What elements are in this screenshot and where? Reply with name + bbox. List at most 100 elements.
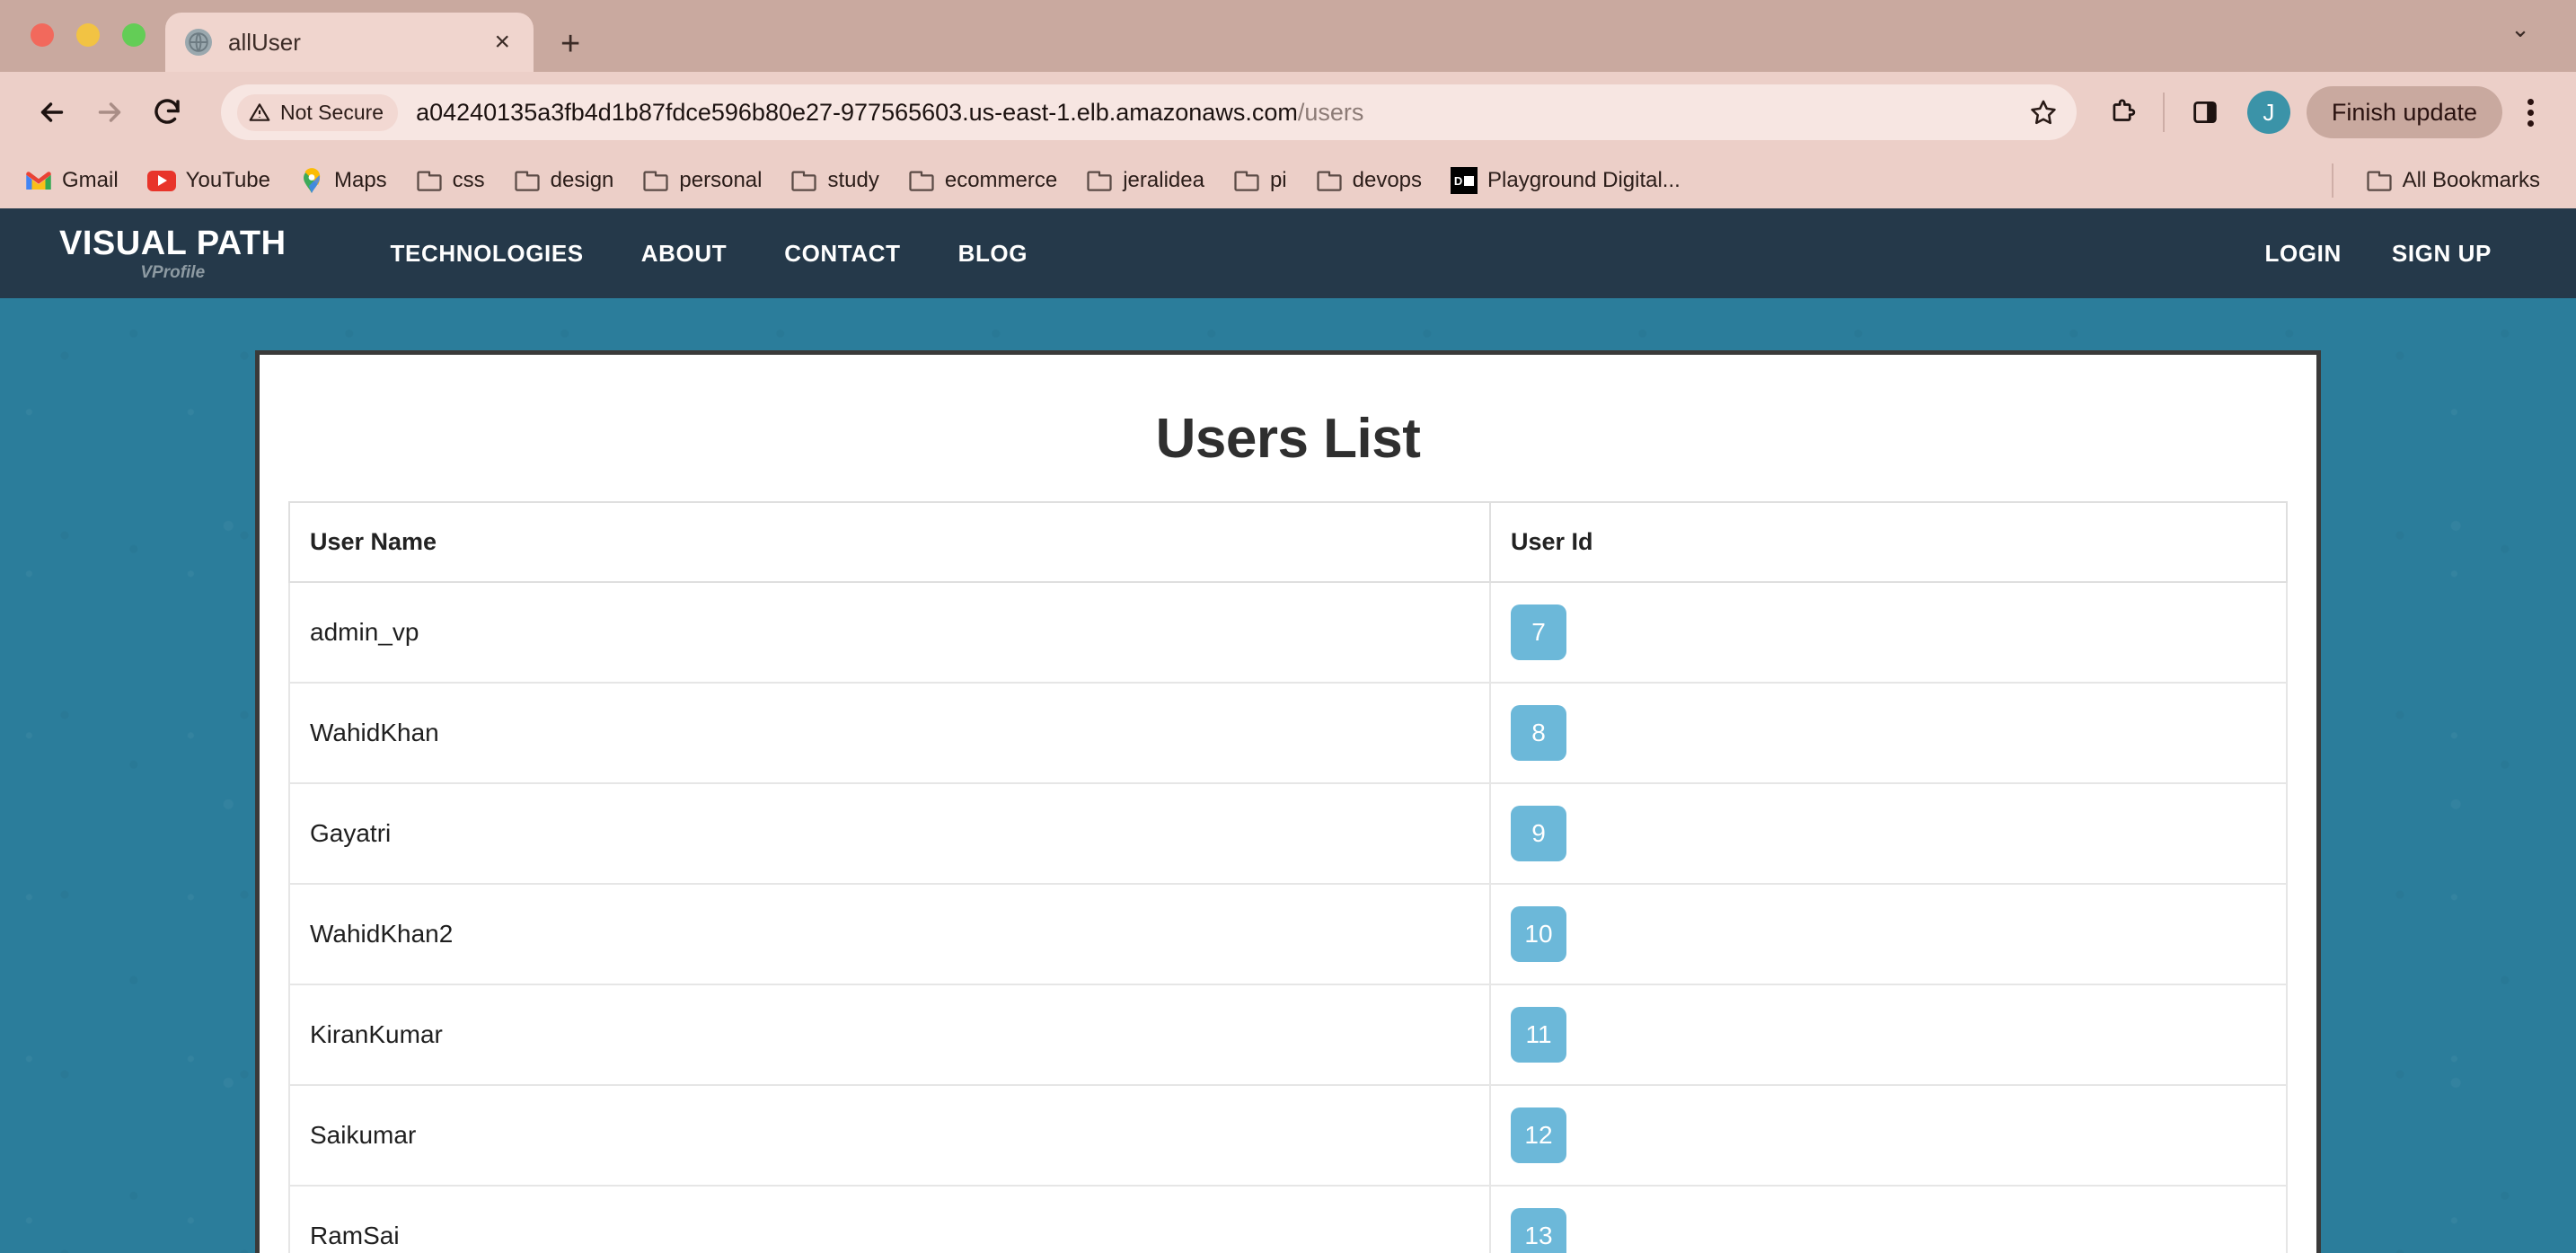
bookmark-pi[interactable]: pi: [1219, 168, 1301, 193]
site-logo[interactable]: VISUAL PATH VProfile: [59, 226, 287, 281]
cell-user-name: admin_vp: [288, 581, 1491, 684]
cell-user-id: 9: [1489, 782, 2288, 885]
window-controls: [0, 23, 146, 72]
chevron-down-icon[interactable]: ⌄: [2495, 4, 2545, 54]
tab-strip: allUser × + ⌄: [0, 0, 2576, 72]
table-row[interactable]: Gayatri 9: [288, 782, 2288, 885]
bookmark-jeralidea[interactable]: jeralidea: [1072, 168, 1219, 193]
table-row[interactable]: Saikumar 12: [288, 1084, 2288, 1187]
new-tab-button[interactable]: +: [560, 27, 580, 61]
bookmark-label: Gmail: [62, 168, 119, 192]
youtube-icon: [146, 170, 176, 191]
bookmark-playground-digital[interactable]: D Playground Digital...: [1436, 167, 1695, 194]
bookmark-label: jeralidea: [1123, 168, 1204, 192]
cell-user-name: KiranKumar: [288, 984, 1491, 1086]
cell-user-id: 12: [1489, 1084, 2288, 1187]
table-head: User Name User Id: [288, 501, 2288, 583]
site-navbar: VISUAL PATH VProfile TECHNOLOGIES ABOUT …: [0, 208, 2576, 298]
side-panel-icon[interactable]: [2179, 86, 2231, 138]
star-icon[interactable]: [2019, 97, 2068, 128]
browser-menu-button[interactable]: [2508, 98, 2553, 127]
user-id-badge[interactable]: 10: [1511, 906, 1566, 962]
cell-user-id: 11: [1489, 984, 2288, 1086]
login-link[interactable]: LOGIN: [2240, 240, 2367, 268]
users-table: User Name User Id admin_vp 7 WahidKhan 8…: [288, 501, 2288, 1253]
column-header-user-id: User Id: [1489, 501, 2288, 583]
bookmark-maps[interactable]: Maps: [285, 167, 401, 194]
cell-user-id: 10: [1489, 883, 2288, 985]
bookmark-label: pi: [1269, 168, 1287, 192]
cell-user-id: 13: [1489, 1185, 2288, 1253]
cell-user-name: RamSai: [288, 1185, 1491, 1253]
extensions-icon[interactable]: [2096, 86, 2148, 138]
bookmark-label: personal: [679, 168, 763, 192]
tab-title: allUser: [228, 28, 301, 56]
table-row[interactable]: RamSai 13: [288, 1185, 2288, 1253]
user-id-badge[interactable]: 11: [1511, 1007, 1566, 1063]
table-row[interactable]: WahidKhan2 10: [288, 883, 2288, 985]
cell-user-name: Saikumar: [288, 1084, 1491, 1187]
gmail-icon: [25, 170, 52, 191]
not-secure-badge[interactable]: Not Secure: [237, 93, 399, 131]
users-card: Users List User Name User Id admin_vp 7 …: [255, 350, 2321, 1253]
maps-icon: [299, 167, 324, 194]
address-bar[interactable]: Not Secure a04240135a3fb4d1b87fdce596b80…: [221, 84, 2077, 140]
nav-link-blog[interactable]: BLOG: [930, 240, 1057, 268]
cell-user-name: Gayatri: [288, 782, 1491, 885]
bookmark-ecommerce[interactable]: ecommerce: [894, 168, 1072, 193]
bookmark-gmail[interactable]: Gmail: [22, 168, 133, 193]
nav-link-contact[interactable]: CONTACT: [755, 240, 929, 268]
minimize-window-button[interactable]: [76, 23, 100, 47]
bookmark-label: devops: [1352, 168, 1423, 192]
bookmark-label: css: [452, 168, 485, 192]
user-id-badge[interactable]: 13: [1511, 1208, 1566, 1253]
table-header-row: User Name User Id: [288, 501, 2288, 583]
bookmark-study[interactable]: study: [776, 168, 893, 193]
user-id-badge[interactable]: 9: [1511, 806, 1566, 861]
bookmark-devops[interactable]: devops: [1301, 168, 1436, 193]
bookmark-youtube[interactable]: YouTube: [133, 168, 285, 193]
maximize-window-button[interactable]: [122, 23, 146, 47]
all-bookmarks-button[interactable]: All Bookmarks: [2351, 168, 2554, 193]
cell-user-id: 8: [1489, 682, 2288, 784]
forward-button[interactable]: [81, 84, 138, 141]
browser-window: allUser × + ⌄ Not Secure a04240135a3fb4d…: [0, 0, 2576, 1253]
bookmark-label: Maps: [333, 168, 387, 192]
bookmark-label: study: [827, 168, 879, 192]
site-nav-links: TECHNOLOGIES ABOUT CONTACT BLOG: [362, 240, 1057, 268]
bookmark-design[interactable]: design: [499, 168, 629, 193]
nav-link-about[interactable]: ABOUT: [613, 240, 755, 268]
table-row[interactable]: admin_vp 7: [288, 581, 2288, 684]
bookmark-css[interactable]: css: [401, 168, 499, 193]
folder-icon: [2366, 169, 2393, 192]
user-id-badge[interactable]: 8: [1511, 705, 1566, 761]
bookmark-label: YouTube: [185, 168, 270, 192]
folder-icon: [1086, 169, 1113, 192]
url-path: /users: [1297, 98, 1364, 126]
reload-button[interactable]: [138, 84, 196, 141]
browser-toolbar: Not Secure a04240135a3fb4d1b87fdce596b80…: [0, 72, 2576, 153]
bookmark-personal[interactable]: personal: [628, 168, 776, 193]
close-window-button[interactable]: [31, 23, 54, 47]
finish-update-button[interactable]: Finish update: [2306, 86, 2502, 138]
bookmarks-bar: Gmail YouTube Maps css design personal s…: [0, 153, 2576, 208]
folder-icon: [416, 169, 443, 192]
not-secure-label: Not Secure: [280, 100, 384, 124]
table-row[interactable]: WahidKhan 8: [288, 682, 2288, 784]
cell-user-name: WahidKhan2: [288, 883, 1491, 985]
user-id-badge[interactable]: 7: [1511, 604, 1566, 660]
url-host: a04240135a3fb4d1b87fdce596b80e27-9775656…: [416, 98, 1298, 126]
back-button[interactable]: [23, 84, 81, 141]
bookmark-label: design: [550, 168, 614, 192]
table-row[interactable]: KiranKumar 11: [288, 984, 2288, 1086]
table-body: admin_vp 7 WahidKhan 8 Gayatri 9 WahidKh…: [288, 581, 2288, 1253]
site-auth-links: LOGIN SIGN UP: [2240, 240, 2517, 268]
browser-tab[interactable]: allUser ×: [165, 13, 534, 72]
close-tab-button[interactable]: ×: [490, 29, 514, 56]
signup-link[interactable]: SIGN UP: [2367, 240, 2517, 268]
nav-link-technologies[interactable]: TECHNOLOGIES: [362, 240, 613, 268]
logo-subtitle: VProfile: [140, 262, 206, 282]
user-id-badge[interactable]: 12: [1511, 1107, 1566, 1163]
avatar[interactable]: J: [2246, 91, 2290, 134]
logo-title: VISUAL PATH: [59, 224, 287, 262]
